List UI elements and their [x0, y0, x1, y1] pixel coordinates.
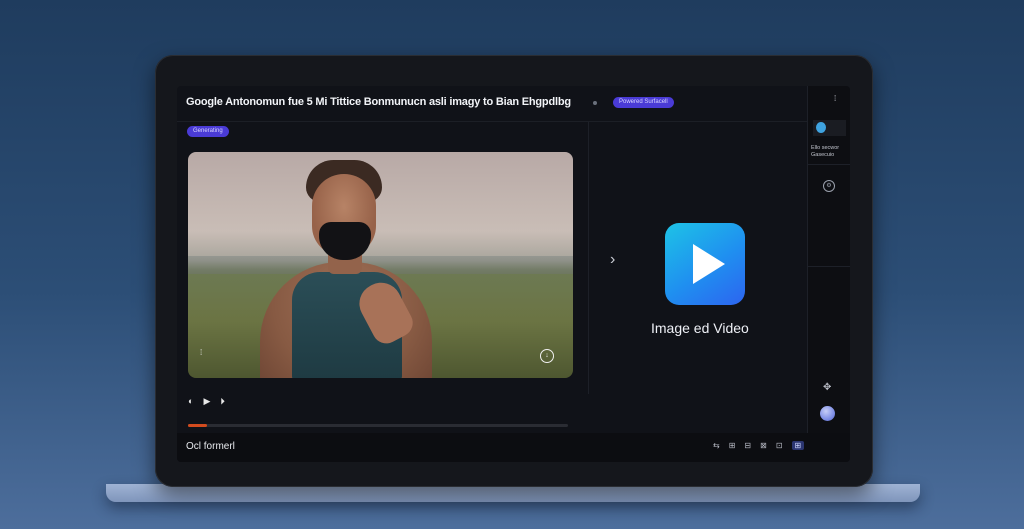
header-badge[interactable]: Powered Surfacell [613, 97, 674, 108]
assistant-orb-icon[interactable] [820, 406, 835, 421]
frame-icon[interactable]: ⊡ [776, 441, 783, 450]
avatar [816, 122, 826, 133]
sidebar-divider [808, 266, 850, 267]
status-tag[interactable]: Generating [187, 126, 229, 137]
app-label: Image ed Video [651, 320, 749, 336]
play-icon[interactable]: ▶ [203, 396, 210, 407]
progress-fill [188, 424, 207, 427]
progress-bar[interactable] [188, 424, 568, 427]
footer-bar: Ocl formerl ⇆ ⊞ ⊟ ⊠ ⊡ ⊞ [177, 433, 850, 462]
app-window: Google Antonomun fue 5 Mi Tittice Bonmun… [177, 86, 850, 462]
sidebar-label: Ello secwor Gasecuio [811, 145, 840, 158]
gear-icon[interactable]: ⚙ [823, 180, 835, 192]
person-face-mask [319, 222, 371, 260]
next-icon[interactable]: ⏵ [220, 396, 225, 407]
page-title: Google Antonomun fue 5 Mi Tittice Bonmun… [186, 96, 571, 108]
header-divider [177, 121, 807, 122]
swap-icon[interactable]: ⇆ [713, 441, 720, 450]
download-icon[interactable]: ↓ [540, 349, 554, 363]
more-options-icon[interactable]: ⁞ [834, 95, 836, 103]
footer-toolbar: ⇆ ⊞ ⊟ ⊠ ⊡ ⊞ [713, 441, 805, 450]
move-icon[interactable]: ✥ [823, 382, 831, 393]
status-dot-icon [593, 101, 597, 105]
sidebar-divider [808, 164, 850, 165]
export-icon[interactable]: ⊞ [791, 441, 805, 450]
playback-controls: ◐ ▶ ⏵ [188, 396, 225, 407]
grid-icon[interactable]: ⊞ [729, 441, 736, 450]
brightness-icon[interactable]: ◐ [188, 396, 193, 407]
chevron-right-icon[interactable]: › [610, 251, 615, 269]
footer-label: Ocl formerl [186, 441, 235, 452]
play-icon [693, 244, 725, 284]
video-menu-icon[interactable]: ⁞ [200, 348, 202, 357]
crop-icon[interactable]: ⊠ [760, 441, 767, 450]
right-sidebar: ⁞ Ello secwor Gasecuio ⚙ ✥ [807, 86, 850, 433]
video-player[interactable]: ⁞ ↓ [188, 152, 573, 378]
layout-icon[interactable]: ⊟ [744, 441, 751, 450]
user-card[interactable] [813, 120, 846, 136]
image-to-video-app-icon[interactable] [665, 223, 745, 305]
panel-divider [588, 122, 589, 394]
